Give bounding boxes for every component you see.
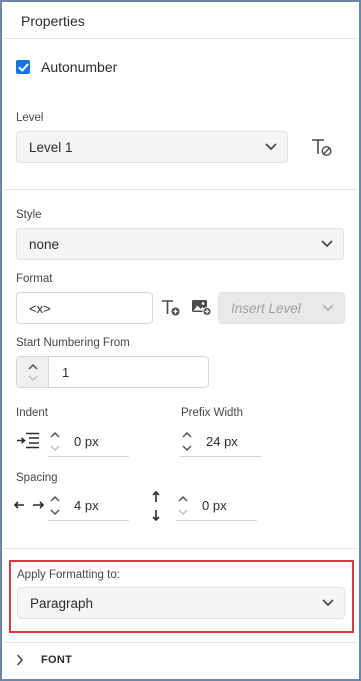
checkmark-icon xyxy=(18,63,29,71)
horizontal-spacing-value: 4 px xyxy=(74,497,99,513)
chevron-down-icon xyxy=(265,143,277,151)
indent-icon xyxy=(16,432,40,453)
chevron-right-icon xyxy=(17,654,24,666)
vertical-spacing-value: 0 px xyxy=(202,497,227,513)
level-label: Level xyxy=(16,112,44,124)
start-numbering-value: 1 xyxy=(62,364,70,380)
chevron-down-icon[interactable] xyxy=(50,445,60,451)
horizontal-spacing-icon xyxy=(13,499,45,514)
prefix-width-stepper[interactable]: 24 px xyxy=(180,426,261,457)
apply-formatting-value: Paragraph xyxy=(30,595,94,611)
chevron-up-icon[interactable] xyxy=(50,495,60,502)
style-dropdown-value: none xyxy=(29,236,60,252)
insert-level-placeholder: Insert Level xyxy=(231,300,301,316)
panel-title: Properties xyxy=(21,13,85,29)
format-label: Format xyxy=(16,273,53,285)
chevron-down-icon[interactable] xyxy=(178,509,188,515)
vertical-spacing-icon xyxy=(150,490,162,524)
chevron-down-icon xyxy=(322,599,334,607)
style-label: Style xyxy=(16,209,42,221)
indent-label: Indent xyxy=(16,407,48,419)
apply-formatting-dropdown[interactable]: Paragraph xyxy=(17,587,345,619)
chevron-up-icon[interactable] xyxy=(28,363,38,370)
chevron-up-icon[interactable] xyxy=(178,495,188,502)
divider xyxy=(4,189,357,190)
stepper-arrows[interactable] xyxy=(180,431,194,451)
level-dropdown-value: Level 1 xyxy=(29,139,73,155)
format-input-value: <x> xyxy=(29,300,51,316)
chevron-down-icon xyxy=(321,240,333,248)
prefix-width-label: Prefix Width xyxy=(181,407,243,419)
autonumber-label: Autonumber xyxy=(41,59,118,75)
chevron-up-icon[interactable] xyxy=(182,431,192,438)
style-dropdown[interactable]: none xyxy=(16,228,344,260)
format-input[interactable]: <x> xyxy=(16,292,153,324)
level-dropdown[interactable]: Level 1 xyxy=(16,131,288,163)
divider xyxy=(4,548,357,549)
start-numbering-label: Start Numbering From xyxy=(16,337,130,349)
clear-formatting-icon[interactable] xyxy=(311,138,333,161)
insert-image-icon[interactable] xyxy=(191,298,213,320)
divider xyxy=(4,38,357,39)
prefix-width-value: 24 px xyxy=(206,433,238,449)
font-section-label: FONT xyxy=(41,654,73,666)
autonumber-checkbox[interactable] xyxy=(16,60,30,74)
indent-value: 0 px xyxy=(74,433,99,449)
spacing-label: Spacing xyxy=(16,472,58,484)
indent-stepper[interactable]: 0 px xyxy=(48,426,129,457)
insert-text-icon[interactable] xyxy=(161,299,181,320)
stepper-arrows[interactable] xyxy=(176,495,190,515)
divider xyxy=(4,642,357,643)
chevron-up-icon[interactable] xyxy=(50,431,60,438)
horizontal-spacing-stepper[interactable]: 4 px xyxy=(48,490,129,521)
vertical-spacing-stepper[interactable]: 0 px xyxy=(176,490,257,521)
stepper-arrows[interactable] xyxy=(48,431,62,451)
font-section-header[interactable]: FONT xyxy=(16,654,72,666)
properties-panel: Properties Autonumber Level Level 1 Styl… xyxy=(0,0,361,681)
apply-formatting-label: Apply Formatting to: xyxy=(17,569,120,581)
chevron-down-icon xyxy=(322,304,334,312)
insert-level-dropdown[interactable]: Insert Level xyxy=(218,292,345,324)
stepper-arrows[interactable] xyxy=(17,357,49,387)
chevron-down-icon[interactable] xyxy=(182,445,192,451)
stepper-arrows[interactable] xyxy=(48,495,62,515)
start-numbering-stepper[interactable]: 1 xyxy=(16,356,209,388)
chevron-down-icon[interactable] xyxy=(28,375,38,381)
chevron-down-icon[interactable] xyxy=(50,509,60,515)
